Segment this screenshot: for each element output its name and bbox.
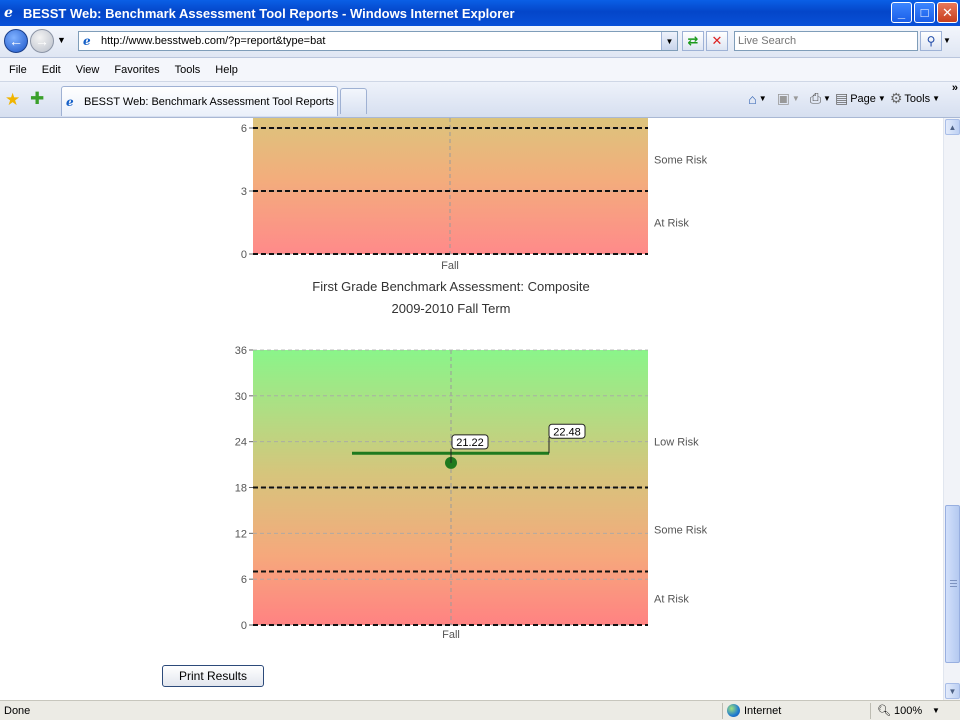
tools-menu-label: Tools [904, 92, 931, 105]
chart-1: 0 3 6 At Risk Some Risk Fall [241, 118, 708, 272]
score-label: 21.22 [456, 437, 484, 449]
new-tab-button[interactable] [340, 88, 367, 114]
globe-icon [727, 704, 740, 717]
c2-y-tick-18: 18 [235, 483, 247, 495]
security-zone[interactable]: Internet [727, 704, 781, 717]
chart-1-x-tick-fall: Fall [441, 260, 459, 272]
back-button[interactable]: ← [4, 29, 28, 53]
chart-2: 0 6 12 18 24 30 36 At Risk Some Risk Low Risk 22… [235, 345, 708, 641]
window-title: BESST Web: Benchmark Assessment Tool Rep… [23, 5, 515, 21]
zoom-icon: 🔍︎ [877, 705, 891, 717]
menu-file[interactable]: File [3, 64, 33, 76]
chevron-down-icon: ▼ [948, 686, 957, 696]
address-toolbar: ← → ▼ e http://www.besstweb.com/?p=repor… [0, 26, 960, 58]
scroll-up-button[interactable]: ▲ [945, 119, 960, 135]
scroll-thumb[interactable] [945, 505, 960, 663]
printer-icon: ⎙ [809, 90, 822, 106]
tab-besst-reports[interactable]: e BESST Web: Benchmark Assessment Tool R… [61, 86, 338, 116]
chart-2-x-tick-fall: Fall [442, 629, 460, 641]
recent-pages-dropdown[interactable]: ▼ [57, 35, 66, 45]
menu-tools[interactable]: Tools [169, 64, 207, 76]
tab-bar: ★ ✚ e BESST Web: Benchmark Assessment To… [0, 82, 960, 118]
search-options-dropdown[interactable]: ▼ [943, 36, 951, 45]
c2-zone-at-risk: At Risk [654, 593, 689, 605]
page-menu-icon: ▤ [834, 90, 849, 106]
c1-y-tick-6: 6 [241, 123, 247, 135]
tab-label: BESST Web: Benchmark Assessment Tool Rep… [84, 95, 335, 108]
url-text[interactable]: http://www.besstweb.com/?p=report&type=b… [101, 35, 325, 47]
c2-zone-some-risk: Some Risk [654, 525, 708, 537]
c2-y-tick-30: 30 [235, 391, 247, 403]
page-icon: e [83, 34, 91, 48]
page-menu-button[interactable]: ▤ Page ▼ [835, 90, 886, 107]
c2-y-tick-0: 0 [241, 620, 247, 632]
menu-bar: File Edit View Favorites Tools Help [0, 58, 960, 82]
print-results-button[interactable]: Print Results [162, 665, 264, 687]
search-button[interactable]: ⚲ [920, 31, 942, 51]
c2-y-tick-6: 6 [241, 574, 247, 586]
address-dropdown-button[interactable]: ▼ [661, 32, 677, 50]
zoom-dropdown[interactable]: ▼ [932, 706, 940, 715]
ie-logo-icon: e [4, 5, 13, 21]
address-field[interactable]: e http://www.besstweb.com/?p=report&type… [78, 31, 678, 51]
c1-y-tick-3: 3 [241, 186, 247, 198]
arrow-left-icon: ← [9, 33, 23, 49]
page-menu-label: Page [850, 92, 876, 105]
chevron-up-icon: ▲ [948, 122, 957, 132]
maximize-button[interactable]: □ [914, 2, 935, 23]
menu-favorites[interactable]: Favorites [108, 64, 165, 76]
c2-zone-low-risk: Low Risk [654, 437, 699, 449]
chart-2-title: First Grade Benchmark Assessment: Compos… [312, 279, 589, 294]
menu-edit[interactable]: Edit [36, 64, 67, 76]
vertical-scrollbar[interactable]: ▲ ▼ [943, 118, 960, 700]
report-charts: 036 At RiskSome Risk Fall First Grade Be… [235, 118, 708, 641]
page-icon: e [66, 94, 74, 109]
stop-icon: ✕ [711, 33, 723, 48]
search-input[interactable] [735, 32, 917, 50]
page-content: 036 At Risk Some Risk Fall First Grade Be… [0, 118, 943, 700]
forward-button[interactable]: → [30, 29, 54, 53]
tools-menu-button[interactable]: ⚙ Tools ▼ [890, 90, 940, 107]
magnifier-icon: ⚲ [926, 34, 936, 48]
c1-zone-at-risk: At Risk [654, 218, 689, 230]
rss-icon: ▣ [776, 90, 790, 106]
benchmark-label: 22.48 [553, 426, 581, 438]
window-controls: _ □ ✕ [891, 2, 958, 23]
title-bar: e BESST Web: Benchmark Assessment Tool R… [0, 0, 960, 26]
minimize-button[interactable]: _ [891, 2, 912, 23]
menu-help[interactable]: Help [209, 64, 244, 76]
feeds-button[interactable]: ▣ ▼ [777, 90, 800, 107]
c2-y-tick-24: 24 [235, 437, 247, 449]
zoom-control[interactable]: 🔍︎ 100% [877, 704, 923, 718]
scroll-down-button[interactable]: ▼ [945, 683, 960, 699]
stop-button[interactable]: ✕ [706, 31, 728, 51]
favorites-star-icon[interactable]: ★ [5, 90, 20, 110]
home-icon: ⌂ [748, 90, 757, 107]
zoom-level: 100% [893, 704, 923, 717]
print-toolbar-button[interactable]: ⎙ ▼ [810, 90, 831, 107]
status-bar: Done Internet 🔍︎ 100% ▼ [0, 700, 960, 720]
zone-label: Internet [744, 704, 782, 717]
home-button[interactable]: ⌂ ▼ [748, 91, 766, 107]
refresh-button[interactable]: ⇄ [682, 31, 704, 51]
chart-2-subtitle: 2009-2010 Fall Term [392, 301, 511, 316]
c2-y-tick-36: 36 [235, 345, 247, 357]
refresh-icon: ⇄ [687, 33, 699, 48]
c1-y-tick-0: 0 [241, 249, 247, 261]
status-text: Done [4, 705, 31, 717]
add-favorite-icon[interactable]: ✚ [30, 89, 44, 109]
toolbar-overflow-icon[interactable]: » [952, 82, 958, 94]
arrow-right-icon: → [35, 33, 49, 49]
close-button[interactable]: ✕ [937, 2, 958, 23]
gear-icon: ⚙ [889, 90, 903, 106]
command-bar: ⌂ ▼ ▣ ▼ ⎙ ▼ ▤ Page ▼ ⚙ Tools ▼ [748, 90, 940, 107]
c2-y-tick-12: 12 [235, 528, 247, 540]
search-box[interactable] [734, 31, 918, 51]
menu-view[interactable]: View [70, 64, 106, 76]
c1-zone-some-risk: Some Risk [654, 155, 708, 167]
